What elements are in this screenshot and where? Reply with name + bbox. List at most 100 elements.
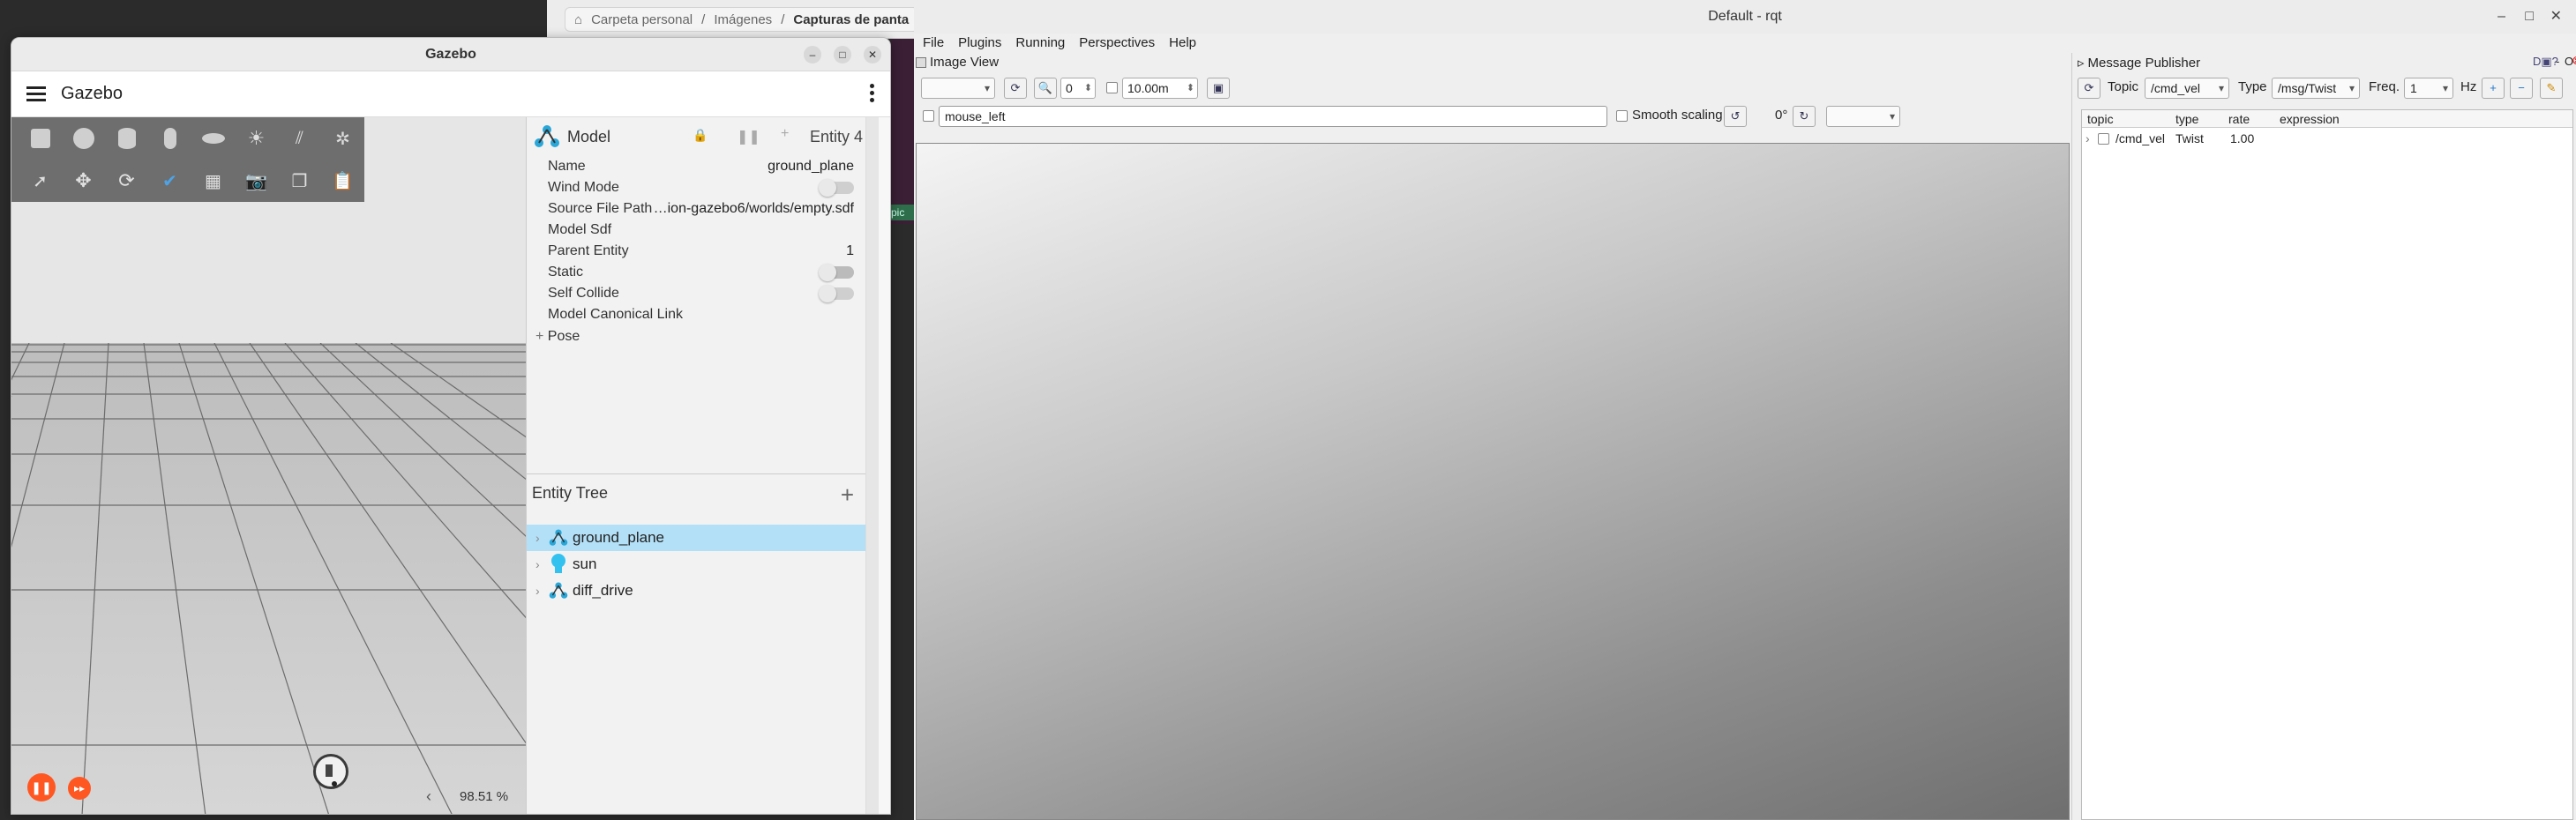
step-forward-button[interactable]: ▸▸ [68,777,91,800]
max-range-spinbox[interactable]: 10.00m [1122,78,1198,99]
pose-expander[interactable]: + Pose [527,325,879,348]
model-icon [548,581,569,600]
camera-icon[interactable]: 📷 [235,160,278,202]
static-toggle[interactable] [819,264,854,281]
add-component-icon[interactable]: + [781,126,789,142]
rqt-title-bar[interactable]: Default - rqt – □ ✕ [914,0,2576,34]
sphere-shape-icon[interactable] [62,117,105,160]
remove-publisher-icon[interactable]: − [2510,78,2533,99]
tree-item-sun[interactable]: › sun [527,551,878,578]
menu-file[interactable]: File [923,35,944,50]
collapse-icon[interactable]: ▹ [2078,55,2085,71]
close-pane-icon[interactable]: ⊗ [2572,53,2576,68]
dynamic-range-checkbox[interactable] [1106,82,1118,93]
type-label: Type [2238,79,2267,94]
clear-publishers-icon[interactable]: ✎ [2540,78,2563,99]
publish-click-checkbox[interactable] [923,110,934,122]
chevron-right-icon[interactable]: › [535,557,548,571]
freq-combo[interactable]: 1 [2404,78,2453,99]
dock-help-icon[interactable]: D▣? [2533,55,2558,69]
home-icon[interactable]: ⌂ [574,12,582,27]
color-scheme-combo[interactable] [1826,106,1900,127]
expand-row-icon[interactable]: › [2086,130,2090,147]
rotate-left-icon[interactable]: ↺ [1724,106,1747,127]
lock-icon[interactable]: 🔒 [693,128,708,143]
maximize-button[interactable]: □ [2525,0,2534,34]
topic-label: Topic [2108,79,2139,94]
entity-id: Entity 4 [809,128,863,145]
breadcrumb-item-screenshots[interactable]: Capturas de panta [793,12,909,27]
panel-scrollbar[interactable] [865,117,879,814]
column-header-expression[interactable]: expression [2280,110,2340,128]
chevron-right-icon[interactable]: › [535,584,548,598]
property-list: Name ground_plane Wind Mode Source File P… [527,156,879,348]
rotate-right-icon[interactable]: ↻ [1793,106,1816,127]
rotate-icon[interactable]: ⟳ [105,160,148,202]
breadcrumb-item-images[interactable]: Imágenes [714,12,772,27]
rtf-collapse-icon[interactable]: ‹ [426,787,431,806]
image-display[interactable] [916,143,2070,820]
select-arrow-icon[interactable]: ➚ [19,160,62,202]
chevron-right-icon[interactable]: › [535,531,548,545]
more-options-icon[interactable] [870,84,874,102]
real-time-factor: 98.51 % [460,789,509,804]
menu-help[interactable]: Help [1169,35,1196,50]
self-collide-toggle[interactable] [819,285,854,302]
zoom-icon[interactable]: 🔍 [1034,78,1057,99]
tree-item-label: ground_plane [573,529,664,546]
property-parent-entity: Parent Entity 1 [548,243,854,258]
file-manager-window: ⌂ Carpeta personal / Imágenes / Capturas… [547,0,919,39]
topic-combo[interactable]: /cmd_vel [2145,78,2229,99]
image-topic-combo[interactable] [921,78,995,99]
spot-light-icon[interactable]: ✲ [321,117,364,160]
minimize-pane-icon[interactable]: - [2556,55,2559,68]
transform-control-icon[interactable]: ✔ [148,160,191,202]
capsule-shape-icon[interactable] [148,117,191,160]
breadcrumb-item-home[interactable]: Carpeta personal [591,12,693,27]
wind-mode-toggle[interactable] [819,179,854,197]
gazebo-title-bar[interactable]: Gazebo – □ ✕ [11,38,890,71]
row-rate[interactable]: 1.00 [2230,130,2254,147]
ellipsoid-shape-icon[interactable] [191,117,235,160]
rotation-label: 0° [1775,108,1788,123]
menu-perspectives[interactable]: Perspectives [1079,35,1155,50]
sun-light-icon[interactable]: ☀ [235,117,278,160]
close-button[interactable]: ✕ [864,46,881,63]
image-view-title: Image View [916,55,999,70]
paste-icon[interactable]: 📋 [321,160,364,202]
refresh-topics-icon[interactable]: ⟳ [2078,78,2100,99]
tree-item-ground-plane[interactable]: › ground_plane [527,525,878,551]
box-shape-icon[interactable] [19,117,62,160]
maximize-button[interactable]: □ [834,46,851,63]
column-header-rate[interactable]: rate [2228,110,2250,128]
pause-button[interactable]: ❚❚ [27,773,56,801]
type-combo[interactable]: /msg/Twist [2272,78,2360,99]
property-wind-mode: Wind Mode [527,177,879,198]
grid-icon[interactable]: ▦ [191,160,235,202]
gazebo-window: Gazebo – □ ✕ Gazebo ☀ ⫽ ✲ ➚ ✥ ⟳ ✔ ▦ 📷 ❐ … [11,37,891,815]
publish-enable-checkbox[interactable] [2098,133,2109,145]
pause-updates-icon[interactable]: ❚❚ [737,128,760,145]
3d-scene[interactable]: ☀ ⫽ ✲ ➚ ✥ ⟳ ✔ ▦ 📷 ❐ 📋 ❚❚ ▸▸ ‹ 98.51 % [11,117,526,814]
save-image-icon[interactable]: ▣ [1207,78,1230,99]
minimize-button[interactable]: – [804,46,821,63]
minimize-button[interactable]: – [2497,0,2505,34]
translate-icon[interactable]: ✥ [62,160,105,202]
column-header-type[interactable]: type [2175,110,2198,128]
menu-icon[interactable] [11,86,61,101]
add-entity-icon[interactable]: + [841,481,854,509]
menu-running[interactable]: Running [1015,35,1065,50]
add-publisher-icon[interactable]: + [2482,78,2505,99]
refresh-icon[interactable]: ⟳ [1004,78,1027,99]
zoom-spinbox[interactable]: 0 [1060,78,1096,99]
robot-model[interactable] [313,754,348,789]
tree-item-diff-drive[interactable]: › diff_drive [527,578,878,604]
copy-icon[interactable]: ❐ [278,160,321,202]
menu-plugins[interactable]: Plugins [958,35,1001,50]
smooth-scaling-checkbox[interactable] [1616,110,1628,122]
column-header-topic[interactable]: topic [2087,110,2114,128]
cylinder-shape-icon[interactable] [105,117,148,160]
mouse-topic-field[interactable]: mouse_left [939,106,1607,127]
close-button[interactable]: ✕ [2550,0,2562,34]
directional-light-icon[interactable]: ⫽ [278,117,321,160]
